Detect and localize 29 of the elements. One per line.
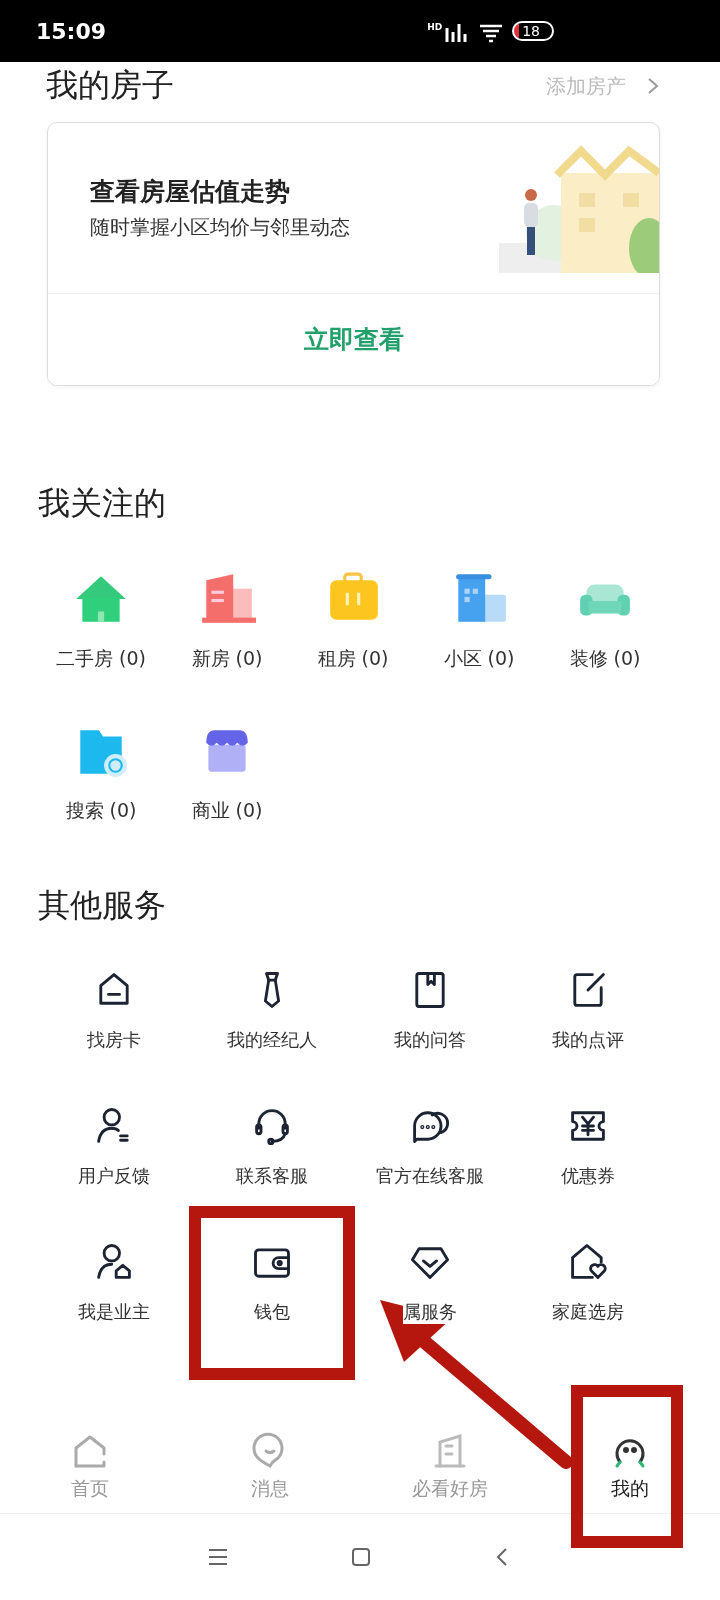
section-title: 其他服务 [37, 885, 167, 926]
status-time: 15:09 [36, 18, 108, 44]
service-item-label[interactable]: 家庭选房 [552, 1300, 624, 1324]
network-type: HD [427, 22, 443, 32]
service-item-label[interactable]: 用户反馈 [78, 1164, 150, 1188]
tab-item[interactable]: 我的 [540, 1431, 720, 1503]
card-subtitle: 随时掌握小区均价与邻里动态 [90, 214, 350, 241]
service-item-label[interactable]: 联系客服 [236, 1164, 308, 1188]
section-title: 我关注的 [37, 483, 167, 524]
service-item-label[interactable]: 优惠券 [561, 1164, 615, 1188]
service-item-label[interactable]: 钱包 [254, 1300, 290, 1324]
service-item-label[interactable]: 属服务 [403, 1300, 457, 1324]
battery-level: 18 [512, 21, 554, 41]
service-item-label[interactable]: 我的点评 [552, 1028, 624, 1052]
follow-item-label[interactable]: 二手房 (0) [56, 646, 146, 672]
home-square-icon [350, 1546, 372, 1568]
service-item-label[interactable]: 官方在线客服 [376, 1164, 484, 1188]
service-item-label[interactable]: 我的经纪人 [227, 1028, 317, 1052]
follow-item-label[interactable]: 小区 (0) [443, 646, 515, 672]
follow-item-label[interactable]: 装修 (0) [569, 646, 641, 672]
card-title: 查看房屋估值走势 [90, 176, 291, 208]
service-item-label[interactable]: 我是业主 [78, 1300, 150, 1324]
service-item-label[interactable]: 找房卡 [87, 1028, 141, 1052]
follow-item-label[interactable]: 租房 (0) [317, 646, 389, 672]
follow-item-label[interactable]: 搜索 (0) [65, 798, 137, 824]
service-item-label[interactable]: 我的问答 [394, 1028, 466, 1052]
follow-item-label[interactable]: 新房 (0) [191, 646, 263, 672]
section-title: 我的房子 [46, 65, 174, 106]
follow-item-label[interactable]: 商业 (0) [191, 798, 263, 824]
